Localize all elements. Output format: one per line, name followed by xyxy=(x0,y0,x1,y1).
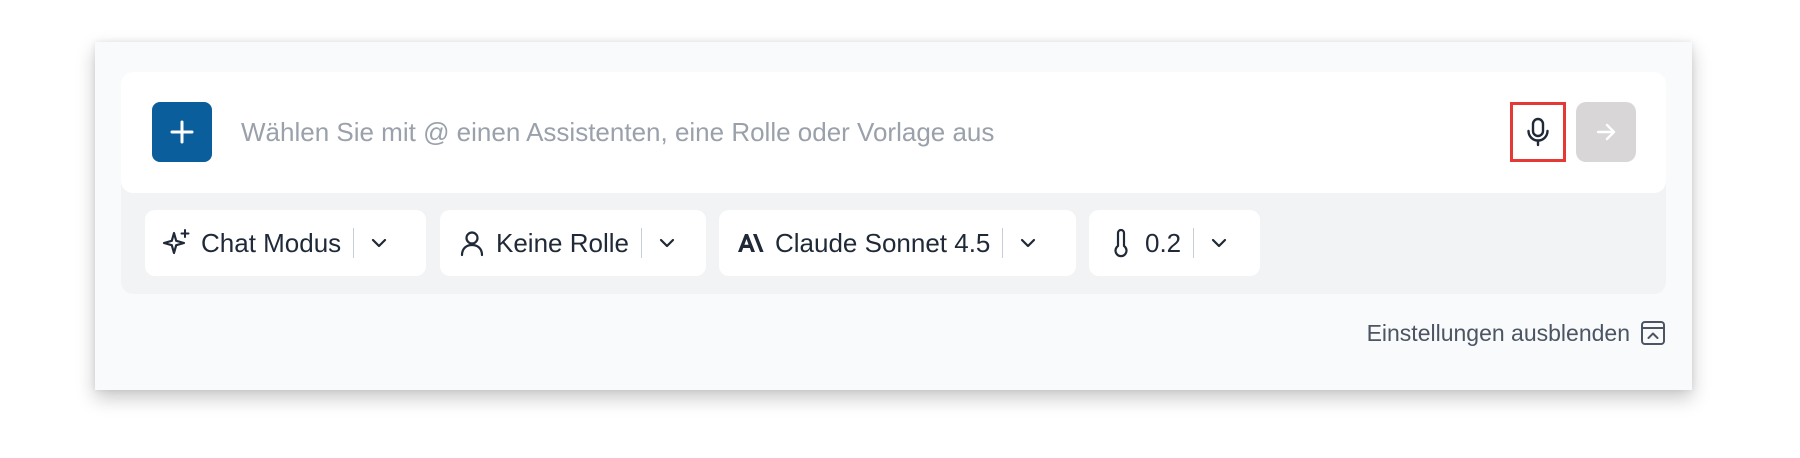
temperature-selector[interactable]: 0.2 xyxy=(1089,210,1260,276)
add-button[interactable] xyxy=(152,102,212,162)
chevron-down-icon xyxy=(1206,230,1232,256)
plus-icon xyxy=(170,120,194,144)
hide-settings-label: Einstellungen ausblenden xyxy=(1366,319,1630,346)
prompt-input[interactable] xyxy=(241,112,1391,152)
microphone-icon xyxy=(1527,117,1549,147)
role-label: Keine Rolle xyxy=(496,227,629,258)
chevron-down-icon xyxy=(654,230,680,256)
divider xyxy=(1193,228,1195,258)
chevron-down-icon xyxy=(366,230,392,256)
model-selector[interactable]: Claude Sonnet 4.5 xyxy=(719,210,1076,276)
prompt-row xyxy=(121,72,1666,193)
anthropic-logo-icon xyxy=(735,227,767,259)
collapse-panel-icon xyxy=(1641,321,1665,345)
divider xyxy=(640,228,642,258)
chat-composer-card: Chat Modus Keine Rolle xyxy=(95,42,1692,390)
temperature-label: 0.2 xyxy=(1145,227,1182,258)
composer-panel: Chat Modus Keine Rolle xyxy=(121,72,1666,294)
role-selector[interactable]: Keine Rolle xyxy=(440,210,706,276)
hide-settings-toggle[interactable]: Einstellungen ausblenden xyxy=(1367,316,1666,350)
model-label: Claude Sonnet 4.5 xyxy=(775,227,991,258)
mode-selector[interactable]: Chat Modus xyxy=(145,210,426,276)
chevron-down-icon xyxy=(1015,230,1041,256)
mode-label: Chat Modus xyxy=(201,227,342,258)
divider xyxy=(353,228,355,258)
thermometer-icon xyxy=(1105,227,1137,259)
microphone-button[interactable] xyxy=(1510,102,1566,162)
sparkles-icon xyxy=(161,227,193,259)
arrow-right-icon xyxy=(1596,123,1616,141)
user-icon xyxy=(456,227,488,259)
send-button[interactable] xyxy=(1576,102,1636,162)
divider xyxy=(1002,228,1004,258)
